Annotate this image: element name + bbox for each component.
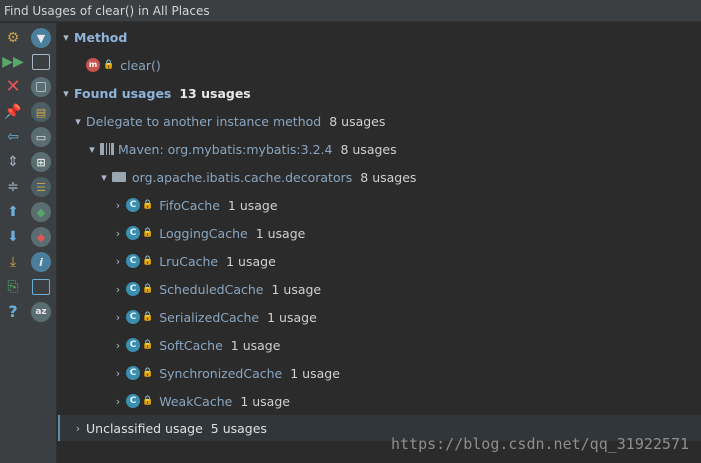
export-icon[interactable]: ⤓ bbox=[2, 251, 24, 273]
up-arrow-icon[interactable]: ⬆ bbox=[2, 201, 24, 223]
class-icon: C bbox=[126, 226, 140, 240]
chevron-down-icon[interactable]: ▾ bbox=[72, 115, 84, 128]
chevron-right-icon[interactable]: › bbox=[112, 395, 124, 408]
merge-duplicates-icon[interactable]: ⊞ bbox=[30, 151, 52, 173]
close-icon[interactable]: ✕ bbox=[2, 76, 24, 98]
pin-icon[interactable]: 📌 bbox=[2, 101, 24, 123]
chevron-right-icon[interactable]: › bbox=[72, 422, 84, 435]
help-icon[interactable]: ? bbox=[2, 301, 24, 323]
class-icon: C bbox=[126, 254, 140, 268]
chevron-right-icon[interactable]: › bbox=[112, 227, 124, 240]
chevron-right-icon[interactable]: › bbox=[112, 199, 124, 212]
class-icon: C bbox=[126, 282, 140, 296]
tree-node-class[interactable]: › C 🔒 SynchronizedCache 1 usage bbox=[112, 361, 701, 385]
lock-icon: 🔒 bbox=[142, 228, 154, 238]
class-icon: C bbox=[126, 310, 140, 324]
chevron-right-icon[interactable]: › bbox=[112, 367, 124, 380]
tree-node-class[interactable]: › C 🔒 FifoCache 1 usage bbox=[112, 193, 701, 217]
expand-all-icon[interactable]: ⇕ bbox=[2, 151, 24, 173]
group-by-usage-type-icon[interactable] bbox=[30, 76, 52, 98]
chevron-down-icon[interactable]: ▾ bbox=[86, 143, 98, 156]
tree-node-class[interactable]: › C 🔒 LoggingCache 1 usage bbox=[112, 221, 701, 245]
tree-node-class[interactable]: › C 🔒 WeakCache 1 usage bbox=[112, 389, 701, 413]
library-icon bbox=[100, 143, 114, 155]
chevron-right-icon[interactable]: › bbox=[112, 339, 124, 352]
lock-icon: 🔒 bbox=[142, 368, 154, 378]
class-icon: C bbox=[126, 198, 140, 212]
open-in-new-icon[interactable]: ⎘ bbox=[2, 276, 24, 298]
chevron-down-icon[interactable]: ▾ bbox=[60, 87, 72, 100]
tree-node-class[interactable]: › C 🔒 SerializedCache 1 usage bbox=[112, 305, 701, 329]
info-icon[interactable]: i bbox=[30, 251, 52, 273]
previous-icon[interactable]: ⇦ bbox=[2, 126, 24, 148]
lock-icon: 🔒 bbox=[142, 340, 154, 350]
collapse-all-icon[interactable]: ≑ bbox=[2, 176, 24, 198]
rerun-icon[interactable]: ▶▶ bbox=[2, 51, 24, 73]
tree-node-maven[interactable]: ▾ Maven: org.mybatis:mybatis:3.2.4 8 usa… bbox=[86, 137, 701, 161]
class-icon: C bbox=[126, 366, 140, 380]
tree-node-class[interactable]: › C 🔒 ScheduledCache 1 usage bbox=[112, 277, 701, 301]
chevron-right-icon[interactable]: › bbox=[112, 311, 124, 324]
lock-icon: 🔒 bbox=[142, 284, 154, 294]
navigate-previous-icon[interactable]: ◆ bbox=[30, 226, 52, 248]
lock-icon: 🔒 bbox=[103, 60, 115, 70]
lock-icon: 🔒 bbox=[142, 396, 154, 406]
group-by-package-icon[interactable]: ▤ bbox=[30, 101, 52, 123]
class-icon: C bbox=[126, 338, 140, 352]
chevron-down-icon[interactable]: ▾ bbox=[98, 171, 110, 184]
group-by-module-icon[interactable] bbox=[30, 51, 52, 73]
rerun-settings-icon[interactable]: ⚙ bbox=[2, 27, 24, 49]
tree-node-package[interactable]: ▾ org.apache.ibatis.cache.decorators 8 u… bbox=[98, 165, 701, 189]
tool-window-title: Find Usages of clear() in All Places bbox=[0, 0, 701, 22]
lock-icon: 🔒 bbox=[142, 200, 154, 210]
down-arrow-icon[interactable]: ⬇ bbox=[2, 226, 24, 248]
tree-node-method-clear[interactable]: m 🔒 clear() bbox=[86, 53, 701, 77]
tree-node-class[interactable]: › C 🔒 LruCache 1 usage bbox=[112, 249, 701, 273]
show-read-access-icon[interactable] bbox=[30, 276, 52, 298]
tree-node-delegate[interactable]: ▾ Delegate to another instance method 8 … bbox=[72, 109, 701, 133]
tree-node-method[interactable]: ▾ Method bbox=[60, 25, 701, 49]
lock-icon: 🔒 bbox=[142, 312, 154, 322]
filter-icon[interactable]: ▼ bbox=[30, 27, 52, 49]
group-by-file-icon[interactable]: ▭ bbox=[30, 126, 52, 148]
usages-tree: ▾ Method m 🔒 clear() ▾ Found usages 13 u… bbox=[58, 23, 701, 463]
watermark: https://blog.csdn.net/qq_31922571 bbox=[390, 435, 689, 453]
lock-icon: 🔒 bbox=[142, 256, 154, 266]
sort-az-icon[interactable]: az bbox=[30, 301, 52, 323]
navigate-next-icon[interactable]: ◆ bbox=[30, 201, 52, 223]
tree-node-class[interactable]: › C 🔒 SoftCache 1 usage bbox=[112, 333, 701, 357]
preview-icon[interactable]: ☰ bbox=[30, 176, 52, 198]
tree-node-found-usages[interactable]: ▾ Found usages 13 usages bbox=[60, 81, 701, 105]
method-icon: m bbox=[86, 58, 100, 72]
chevron-down-icon[interactable]: ▾ bbox=[60, 31, 72, 44]
chevron-right-icon[interactable]: › bbox=[112, 255, 124, 268]
left-toolbar: ⚙ ▶▶ ✕ 📌 ⇦ ⇕ ≑ ⬆ ⬇ ⤓ ⎘ ? ▼ ▤ ▭ ⊞ ☰ ◆ ◆ i… bbox=[0, 23, 57, 463]
package-folder-icon bbox=[112, 172, 126, 182]
class-icon: C bbox=[126, 394, 140, 408]
chevron-right-icon[interactable]: › bbox=[112, 283, 124, 296]
